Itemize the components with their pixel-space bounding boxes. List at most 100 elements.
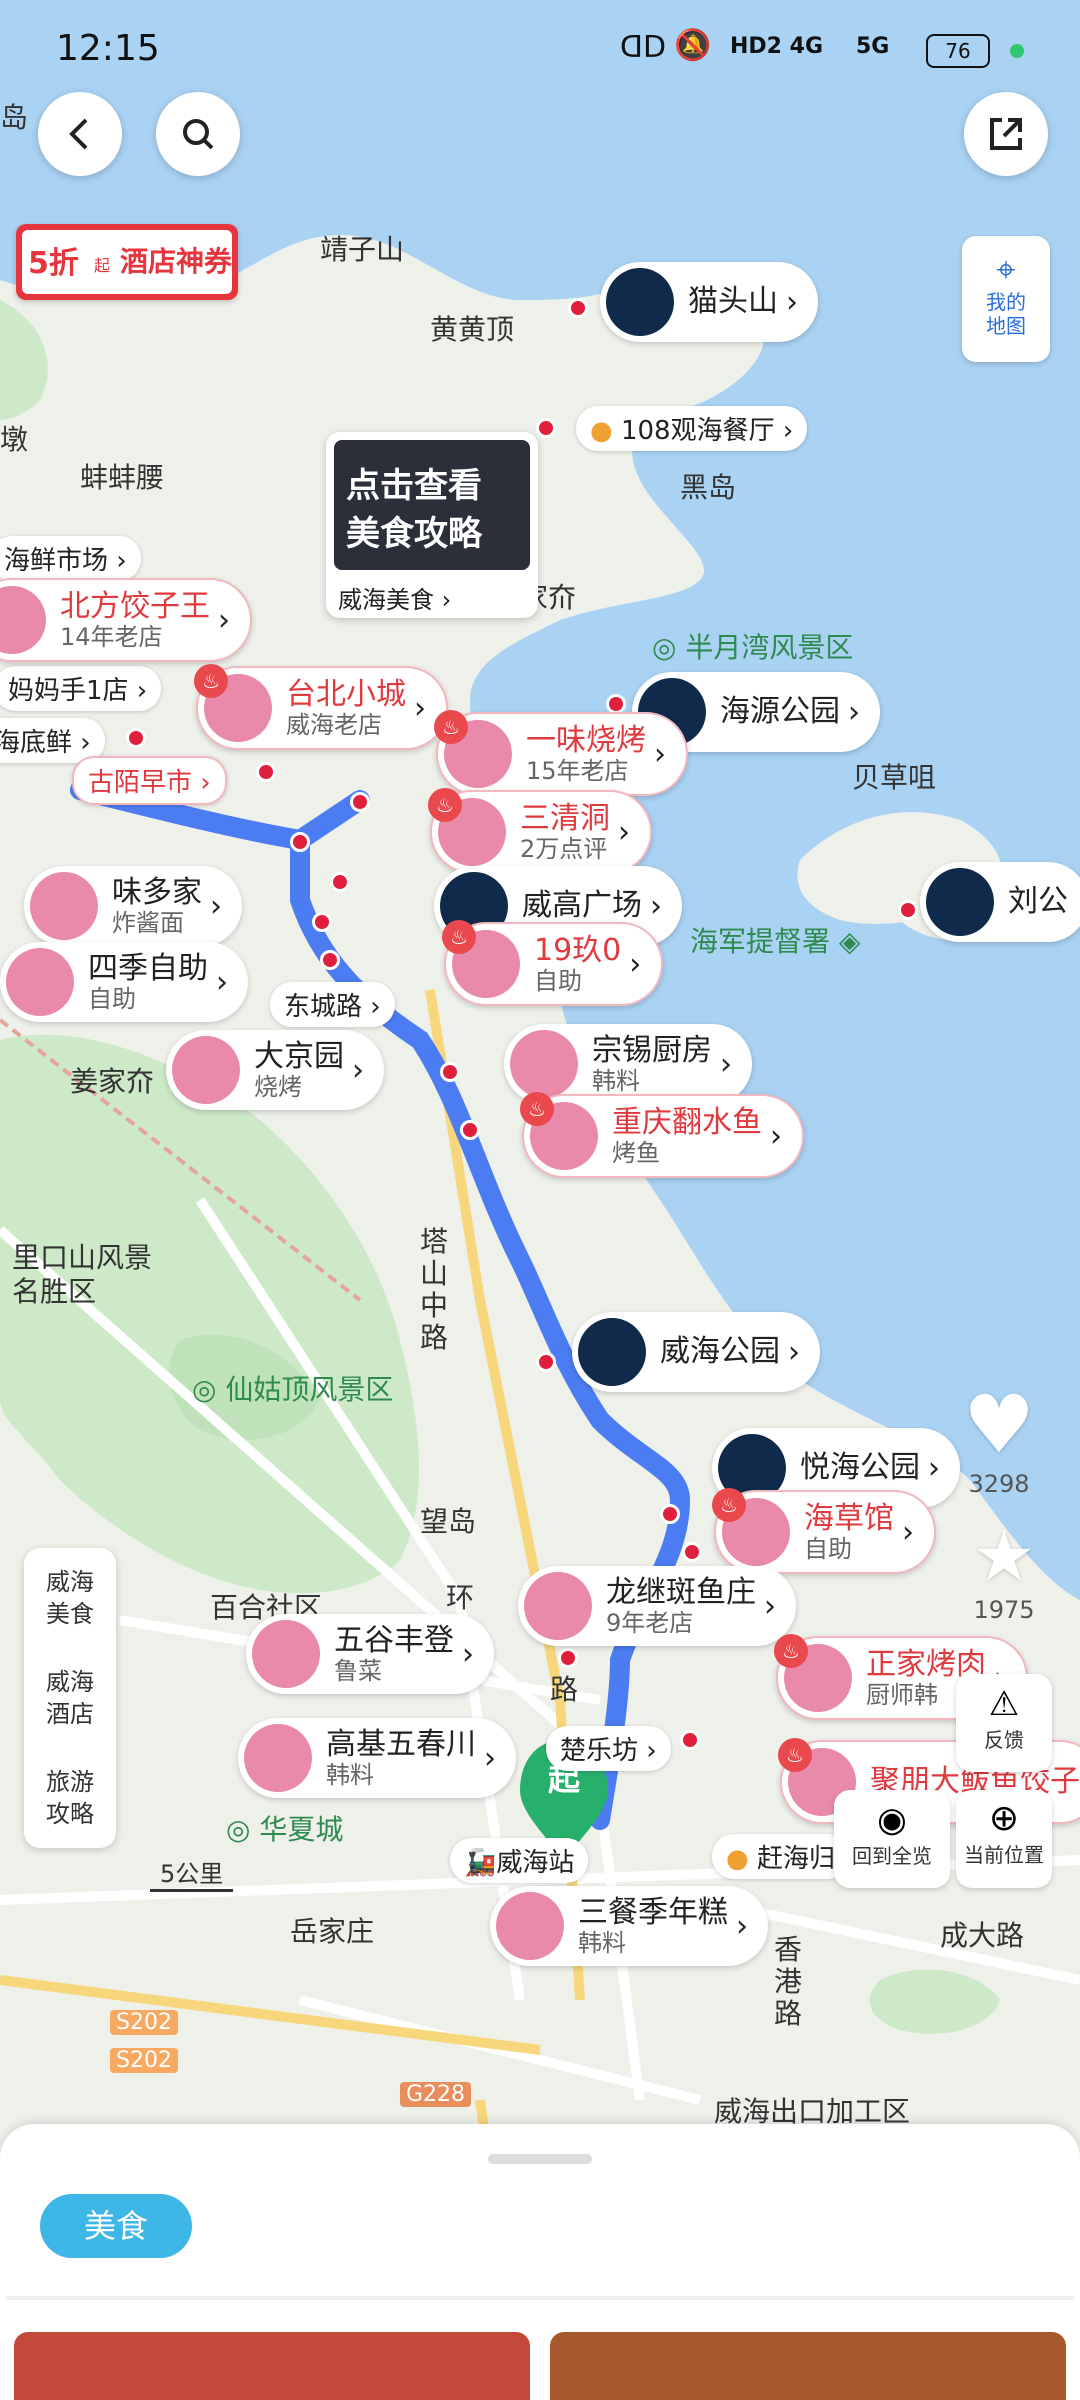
chevron-right-icon: › (629, 946, 642, 982)
poi-card[interactable]: 威海公园 › (572, 1312, 820, 1392)
chevron-right-icon: › (786, 284, 798, 320)
map-label: 贝草咀 (852, 761, 937, 794)
food-card-image[interactable] (14, 2332, 530, 2400)
map-pin[interactable] (682, 1542, 702, 1562)
poi-subtitle: 自助 (88, 985, 136, 1013)
side-item-label: 威海 (46, 1668, 94, 1696)
map-pin[interactable] (330, 872, 350, 892)
map-pin[interactable] (350, 792, 370, 812)
fire-icon: ♨ (434, 710, 468, 744)
tag-haixian[interactable]: 海鲜市场 › (0, 536, 141, 581)
tag-label: 妈妈手1店 (8, 676, 129, 706)
poi-card[interactable]: 三餐季年糕 韩料 › (490, 1886, 768, 1966)
side-item-guide[interactable]: 旅游 攻略 (24, 1748, 116, 1848)
locate-button[interactable]: ⊕ 当前位置 (956, 1790, 1052, 1888)
my-map-button[interactable]: ⌖ 我的 地图 (962, 236, 1050, 362)
poi-card[interactable]: 高基五春川 韩料 › (238, 1718, 516, 1798)
poi-108[interactable]: ● 108观海餐厅 › (576, 406, 808, 451)
fire-icon: ♨ (778, 1738, 812, 1772)
poi-card[interactable]: 猫头山 › (600, 262, 818, 342)
start-marker[interactable]: 起 (540, 1754, 588, 1800)
drag-handle[interactable] (488, 2154, 592, 2164)
poi-name: 刘公 (1008, 884, 1068, 919)
side-item-hotel[interactable]: 威海 酒店 (24, 1648, 116, 1748)
poi-card[interactable]: ♨ 19玖0 自助 › (442, 920, 664, 1006)
feedback-button[interactable]: ⚠ 反馈 (956, 1674, 1052, 1772)
map-pin[interactable] (320, 950, 340, 970)
map-pin[interactable] (440, 1062, 460, 1082)
poi-thumbnail (244, 1724, 312, 1792)
poi-card[interactable]: ♨ 海草馆 自助 › (712, 1488, 936, 1574)
food-guide-title: 美食攻略 (346, 514, 482, 554)
hotel-coupon-banner[interactable]: 5折 起 酒店神券 (16, 224, 238, 300)
poi-name: 高基五春川 (326, 1727, 476, 1762)
chevron-right-icon: › (414, 690, 426, 726)
food-card-image[interactable] (550, 2332, 1066, 2400)
map-label: 海军提督署 ◈ (690, 920, 860, 960)
back-button[interactable] (38, 92, 122, 176)
map-pin[interactable] (660, 1504, 680, 1524)
poi-card[interactable]: 味多家 炸酱面 › (24, 866, 242, 946)
poi-card[interactable]: ♨ 三清洞 2万点评 › (428, 788, 652, 874)
side-item-food[interactable]: 威海 美食 (24, 1548, 116, 1648)
poi-card[interactable]: 五谷丰登 鲁菜 › (246, 1614, 494, 1694)
poi-card[interactable]: ♨ 重庆翻水鱼 烤鱼 › (520, 1092, 804, 1178)
poi-name: 海源公园 (720, 694, 840, 729)
poi-thumbnail (510, 1030, 578, 1098)
poi-name: 悦海公园 (800, 1450, 920, 1485)
map-label: 靖子山 (320, 233, 405, 266)
tag-gumo[interactable]: 古陌早市 › (72, 756, 227, 805)
tag-label: 海鲜市场 (4, 546, 109, 576)
map-pin[interactable] (290, 832, 310, 852)
favorite-button[interactable]: ★ 1975 (964, 1516, 1044, 1624)
poi-name: 北方饺子王 (60, 589, 210, 624)
poi-card[interactable]: ♨ 一味烧烤 15年老店 › (434, 710, 688, 796)
poi-name: 龙继斑鱼庄 (606, 1575, 756, 1610)
poi-card[interactable]: 龙继斑鱼庄 9年老店 › (518, 1566, 796, 1646)
food-guide-card[interactable]: 点击查看 美食攻略 威海美食 › (326, 432, 538, 618)
chevron-right-icon: › (210, 888, 222, 924)
tag-ganhai[interactable]: ● 赶海归 (712, 1834, 849, 1879)
poi-thumbnail (524, 1572, 592, 1640)
poi-card[interactable]: 大京园 烧烤 › (166, 1030, 384, 1110)
poi-name: 猫头山 (688, 284, 778, 319)
poi-subtitle: 自助 (804, 1535, 852, 1563)
tag-label: 古陌早市 (88, 768, 193, 798)
map-pin[interactable] (536, 418, 556, 438)
divider (6, 2296, 1074, 2300)
tag-label: 东城路 (284, 992, 363, 1022)
map-pin[interactable] (126, 728, 146, 748)
map-label: 塔山中路 (420, 1225, 449, 1354)
map-pin[interactable] (312, 912, 332, 932)
map-pin[interactable] (680, 1730, 700, 1750)
restaurant-icon: ● (590, 416, 613, 446)
poi-card[interactable]: 四季自助 自助 › (0, 942, 248, 1022)
map-label: 成大路 (940, 1919, 1025, 1952)
tag-mama[interactable]: 妈妈手1店 › (0, 666, 162, 711)
poi-card[interactable]: 刘公 (920, 862, 1080, 942)
map-pin[interactable] (256, 762, 276, 782)
map-pin[interactable] (558, 1648, 578, 1668)
map-pin[interactable] (606, 694, 626, 714)
poi-card[interactable]: 北方饺子王 14年老店 › (0, 578, 252, 662)
poi-subtitle: 9年老店 (606, 1609, 694, 1637)
poi-card[interactable]: ♨ 台北小城 威海老店 › (194, 664, 448, 750)
overview-button[interactable]: ◉ 回到全览 (834, 1790, 950, 1888)
like-button[interactable]: ♥ 3298 (954, 1380, 1044, 1499)
tab-food[interactable]: 美食 (40, 2194, 192, 2258)
status-time: 12:15 (56, 28, 160, 69)
poi-name: 重庆翻水鱼 (612, 1105, 762, 1140)
tag-dongcheng[interactable]: 东城路 › (270, 982, 395, 1027)
map-label: 黄黄顶 (430, 313, 515, 346)
share-button[interactable] (964, 92, 1048, 176)
map-pin[interactable] (898, 900, 918, 920)
search-button[interactable] (156, 92, 240, 176)
coupon-discount: 5折 (28, 246, 79, 281)
map-label: 环 (446, 1581, 475, 1614)
poi-subtitle: 韩料 (578, 1929, 626, 1957)
map-pin[interactable] (536, 1352, 556, 1372)
tag-station[interactable]: 🚂威海站 (450, 1838, 589, 1883)
map-pin[interactable] (460, 1120, 480, 1140)
map-canvas[interactable] (0, 0, 1080, 2400)
map-pin[interactable] (568, 298, 588, 318)
